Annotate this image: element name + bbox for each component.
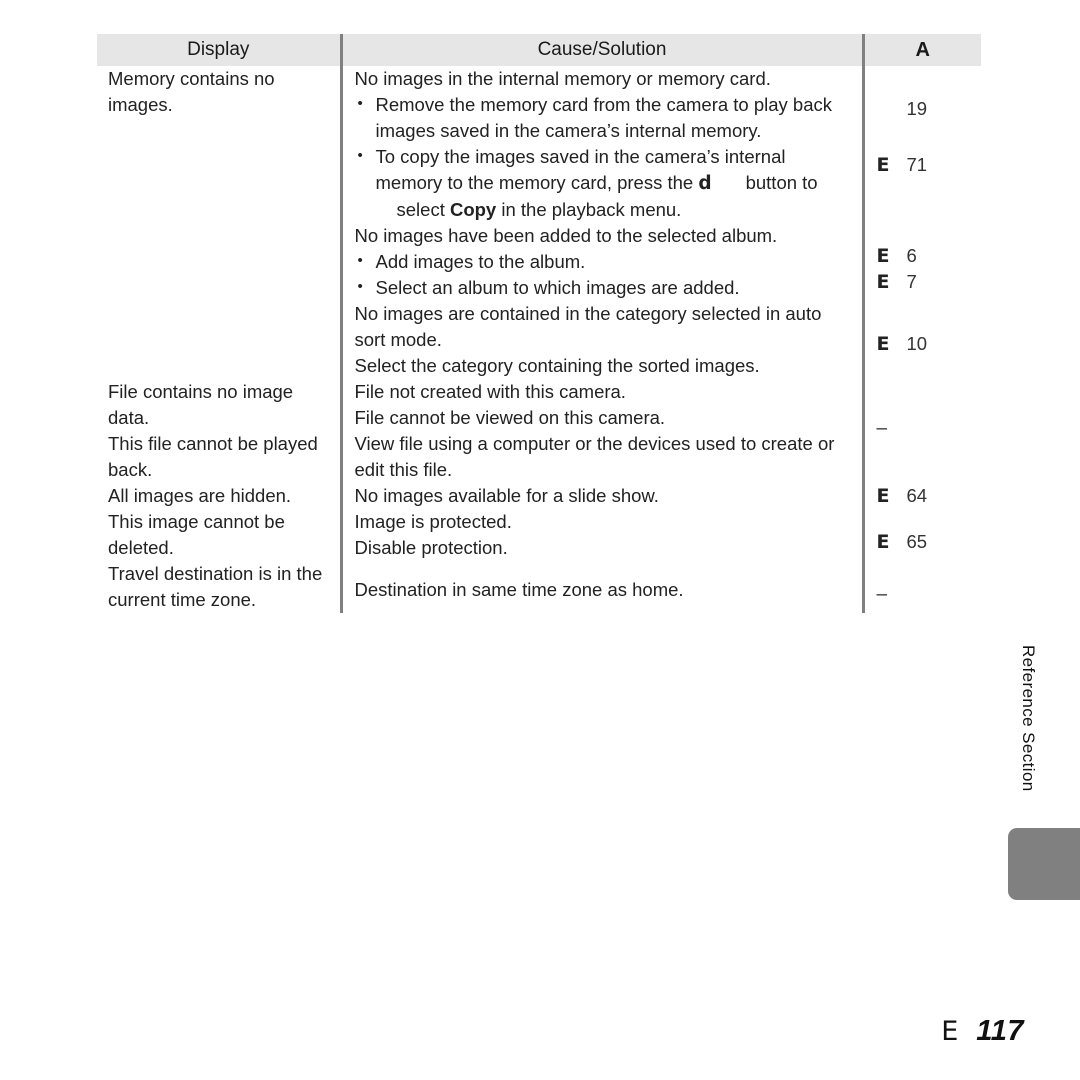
cause-line: No images are contained in the category … [354, 303, 822, 350]
cause-bullet-list: Remove the memory card from the camera t… [355, 91, 852, 223]
cell-cause-solution: No images are contained in the category … [339, 301, 863, 379]
bullet-text: Select an album to which images are adde… [375, 277, 740, 298]
cell-cause-solution: Image is protected. Disable protection. [339, 509, 863, 561]
cell-cause-solution: No images have been added to the selecte… [339, 223, 863, 301]
bullet-continuation-line: select Copy in the playback menu. [376, 197, 852, 223]
column-header-cause-solution: Cause/Solution [339, 34, 863, 66]
reference-entry: E 65 [877, 509, 982, 555]
document-page: Display Cause/Solution A Memory contains… [0, 0, 1080, 1080]
table-row: Travel destination is in the current tim… [97, 561, 981, 613]
side-tab-label: Reference Section [1019, 645, 1038, 792]
cell-display-message: All images are hidden. [108, 485, 292, 506]
reference-symbol: E [876, 333, 890, 355]
cause-line: File not created with this camera. [354, 381, 626, 402]
continuation-post: in the playback menu. [496, 199, 682, 220]
list-item: Remove the memory card from the camera t… [355, 91, 852, 144]
reference-entry: E 10 [877, 301, 982, 357]
table-body: Memory contains no images. No images in … [97, 66, 981, 613]
cause-line: Select the category containing the sorte… [354, 355, 760, 376]
reference-page: 19 [906, 98, 928, 119]
column-header-reference: A [861, 34, 981, 66]
column-header-display: Display [97, 34, 341, 66]
table-row: All images are hidden. No images availab… [97, 483, 981, 509]
cell-cause-solution: No images in the internal memory or memo… [339, 66, 863, 223]
cell-reference: E6 E7 [861, 223, 982, 301]
cause-line: Image is protected. [354, 511, 512, 532]
error-messages-table: Display Cause/Solution A Memory contains… [97, 34, 981, 613]
cell-display-message: Travel destination is in the current tim… [108, 563, 323, 610]
reference-entry: E 64 [877, 483, 982, 509]
footer-symbol-icon: E [941, 1016, 959, 1047]
cell-cause-solution: No images available for a slide show. [339, 483, 863, 509]
reference-dash: – [876, 418, 888, 439]
continuation-pre: select [396, 199, 450, 220]
reference-entry: – [877, 379, 982, 442]
cell-display-message: Memory contains no images. [108, 68, 275, 115]
reference-symbol: E [876, 531, 890, 553]
reference-symbol: E [876, 485, 890, 507]
bullet-text: Remove the memory card from the camera t… [375, 94, 833, 141]
reference-entry: 19 [877, 66, 982, 122]
menu-button-icon: d [698, 173, 712, 194]
bullet-text: Add images to the album. [375, 251, 586, 272]
table-row: This file cannot be played back. View fi… [97, 431, 981, 483]
reference-entry: E 71 [877, 122, 982, 178]
bullet-text: To copy the images saved in the camera’s… [375, 146, 786, 193]
reference-entry: – [877, 561, 982, 608]
reference-symbol: E [876, 271, 890, 293]
cell-reference: – [861, 561, 982, 613]
cause-line: No images available for a slide show. [354, 485, 659, 506]
reference-page: 10 [906, 333, 928, 354]
list-item: Select an album to which images are adde… [355, 274, 852, 301]
reference-entry: E7 [877, 269, 982, 295]
cell-reference: E 64 [861, 483, 982, 509]
cell-reference: 19 E 71 [861, 66, 982, 223]
cause-bullet-list: Add images to the album. Select an album… [355, 248, 852, 301]
reference-page: 65 [906, 531, 928, 552]
table-row: Memory contains no images. No images in … [97, 66, 981, 223]
cell-display-message: This image cannot be deleted. [108, 511, 285, 558]
cause-line: Disable protection. [354, 537, 508, 558]
reference-symbol: E [876, 245, 890, 267]
reference-dash: – [876, 584, 888, 605]
cause-line: File cannot be viewed on this camera. [354, 407, 666, 428]
reference-entry: E6 [877, 223, 982, 269]
table-row: File contains no image data. File not cr… [97, 379, 981, 483]
reference-page: 7 [906, 271, 917, 292]
page-footer: E 117 [941, 1015, 1024, 1048]
cell-cause-solution: File not created with this camera. File … [339, 379, 863, 431]
list-item: To copy the images saved in the camera’s… [355, 143, 852, 223]
cell-display-message: File contains no image data. [108, 381, 294, 428]
table-header: Display Cause/Solution A [97, 34, 981, 66]
bullet-text-tail: button to [745, 172, 818, 193]
table-header-row: Display Cause/Solution A [97, 34, 981, 66]
cell-cause-solution: Destination in same time zone as home. [339, 561, 863, 613]
table-row: This image cannot be deleted. Image is p… [97, 509, 981, 561]
cell-reference: E 65 [861, 509, 982, 561]
reference-page: 71 [906, 154, 928, 175]
list-item: Add images to the album. [355, 248, 852, 275]
cell-display-message: This file cannot be played back. [108, 433, 318, 480]
reference-page: 64 [906, 485, 928, 506]
cell-reference: E 10 [861, 301, 982, 379]
reference-symbol: E [876, 154, 890, 176]
cause-intro-text: No images in the internal memory or memo… [354, 68, 771, 89]
cause-intro-text: No images have been added to the selecte… [354, 225, 778, 246]
page-number: 117 [976, 1015, 1024, 1047]
cell-cause-solution: View file using a computer or the device… [339, 431, 863, 483]
section-thumb-tab [1008, 828, 1080, 900]
reference-page: 6 [906, 245, 917, 266]
cell-reference: – [861, 379, 982, 483]
menu-item-copy: Copy [449, 199, 497, 220]
cause-line: Destination in same time zone as home. [354, 579, 684, 600]
cause-line: View file using a computer or the device… [354, 433, 835, 480]
